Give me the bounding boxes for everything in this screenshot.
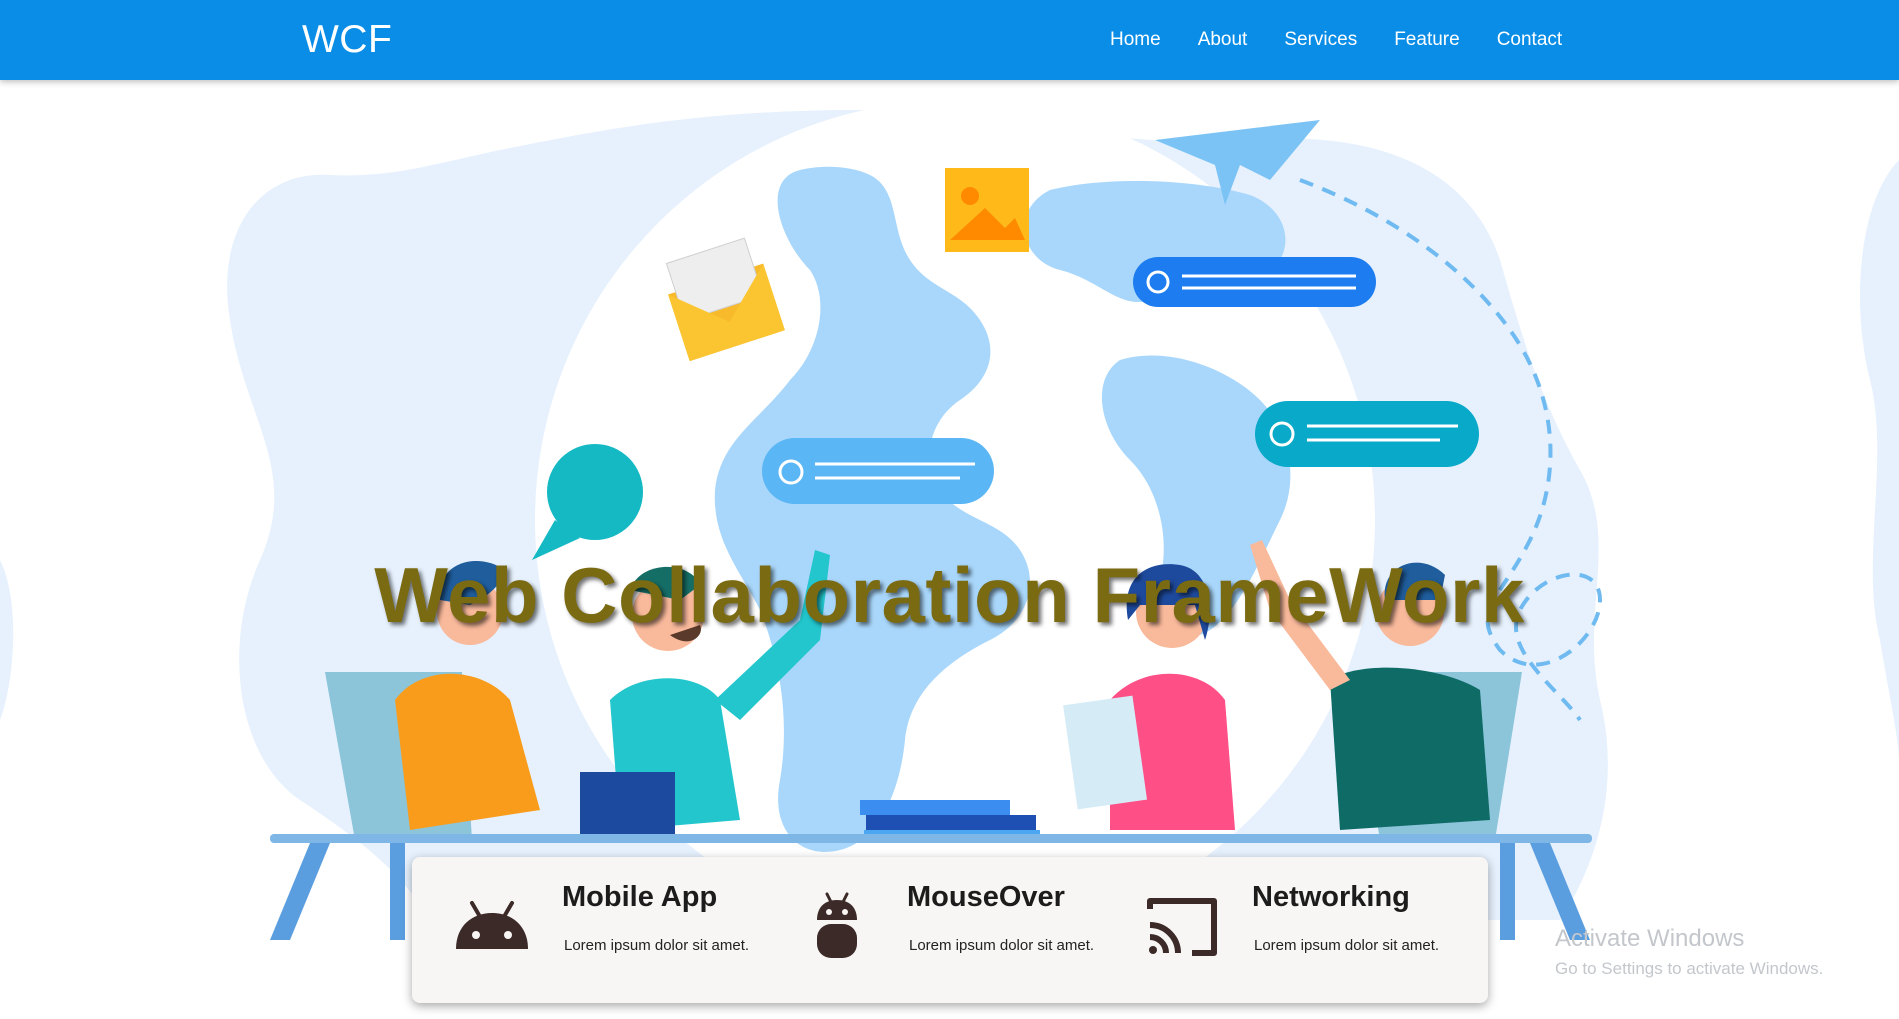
- feature-card: Mobile App Lorem ipsum dolor sit amet. M…: [412, 857, 1488, 1003]
- android-head-icon: [456, 901, 528, 949]
- hero-section: Web Collaboration FrameWork: [0, 80, 1899, 944]
- nav-link-home[interactable]: Home: [1110, 29, 1161, 51]
- nav-links: Home About Services Feature Contact: [1110, 0, 1599, 80]
- chat-bubble-icon: [762, 438, 994, 504]
- feature-description: Lorem ipsum dolor sit amet.: [1254, 937, 1440, 954]
- feature-title: Networking: [1252, 881, 1410, 913]
- right-edge-blob: [1859, 160, 1899, 760]
- android-robot-icon: [817, 892, 857, 958]
- feature-networking[interactable]: Networking Lorem ipsum dolor sit amet.: [1142, 857, 1482, 1003]
- cast-icon: [1147, 898, 1217, 956]
- document: [1063, 695, 1148, 810]
- feature-mobile-app[interactable]: Mobile App Lorem ipsum dolor sit amet.: [452, 857, 792, 1003]
- nav-link-services[interactable]: Services: [1284, 29, 1357, 51]
- hero-title: Web Collaboration FrameWork: [374, 551, 1525, 639]
- activate-windows-watermark: Activate Windows Go to Settings to activ…: [1555, 925, 1823, 979]
- feature-title: Mobile App: [562, 881, 718, 913]
- laptop: [580, 772, 675, 834]
- watermark-title: Activate Windows: [1555, 925, 1745, 952]
- nav-link-about[interactable]: About: [1198, 29, 1248, 51]
- brand-logo[interactable]: WCF: [302, 18, 392, 62]
- nav-link-feature[interactable]: Feature: [1394, 29, 1459, 51]
- chat-bubble-icon: [1255, 401, 1479, 467]
- hero-illustration: [0, 100, 1899, 940]
- feature-mouseover[interactable]: MouseOver Lorem ipsum dolor sit amet.: [797, 857, 1137, 1003]
- navbar: WCF Home About Services Feature Contact: [0, 0, 1899, 80]
- feature-description: Lorem ipsum dolor sit amet.: [564, 937, 750, 954]
- nav-link-contact[interactable]: Contact: [1497, 29, 1562, 51]
- feature-description: Lorem ipsum dolor sit amet.: [909, 937, 1095, 954]
- table: [270, 834, 1592, 843]
- watermark-subtitle: Go to Settings to activate Windows.: [1555, 959, 1824, 978]
- feature-title: MouseOver: [907, 881, 1065, 913]
